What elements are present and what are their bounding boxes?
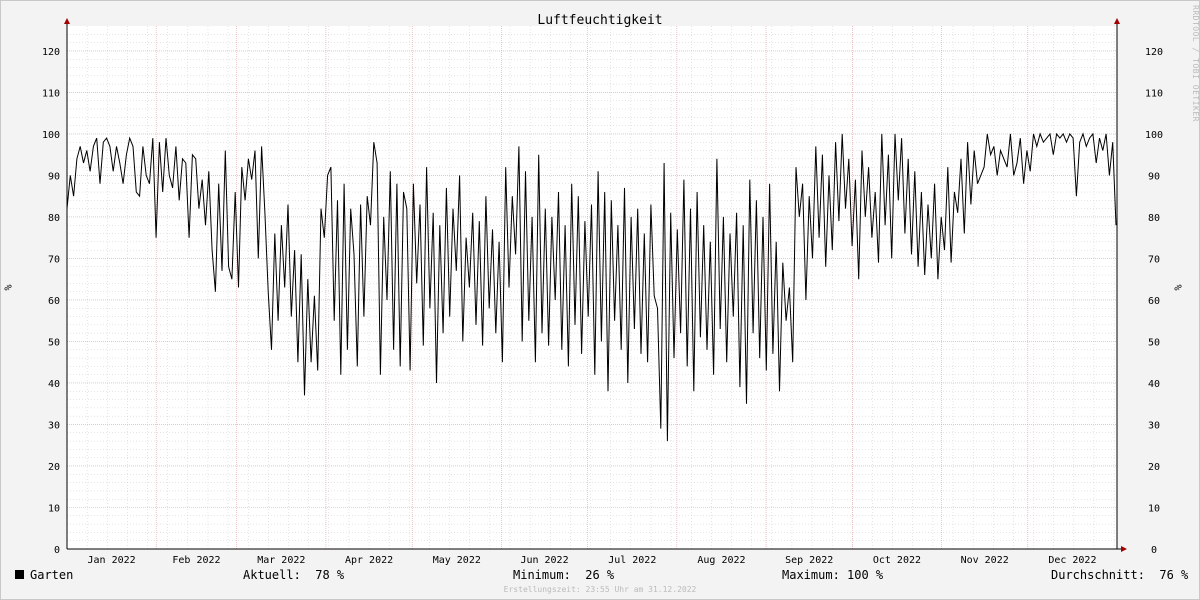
- x-tick-label: Apr 2022: [345, 555, 393, 566]
- y-tick-label-left: 10: [48, 503, 60, 514]
- x-axis-month-ticks: Jan 2022 Feb 2022 Mar 2022 Apr 2022 May 2022…: [88, 555, 1097, 566]
- y-tick-label-left: 40: [48, 379, 60, 390]
- y-tick-label-left: 60: [48, 296, 60, 307]
- legend-minimum: Minimum: 26 %: [513, 568, 614, 582]
- x-tick-label: Jun 2022: [520, 555, 568, 566]
- y-axis-right-ticks: 0 10 20 30 40 50 60 70 80 90 100 110 120: [1145, 47, 1163, 556]
- legend-current-value: 78 %: [315, 568, 345, 582]
- plot-area: [67, 26, 1117, 549]
- y-tick-label-right: 50: [1148, 337, 1160, 348]
- y-axis-label-right: %: [1171, 284, 1183, 291]
- y-axis-right-arrow: [1114, 18, 1120, 24]
- y-tick-label-right: 60: [1148, 296, 1160, 307]
- y-tick-label-left: 100: [42, 130, 60, 141]
- legend-max-value: 100 %: [847, 568, 884, 582]
- y-tick-label-right: 70: [1148, 254, 1160, 265]
- x-tick-label: Sep 2022: [785, 555, 833, 566]
- y-tick-label-right: 80: [1148, 213, 1160, 224]
- chart-svg: 0 10 20 30 40 50 60 70 80 90 100 110 120 0 10 20 30 40 50…: [42, 13, 1163, 566]
- y-tick-label-left: 30: [48, 420, 60, 431]
- x-tick-label: Jan 2022: [88, 555, 136, 566]
- y-tick-label-left: 110: [42, 88, 60, 99]
- x-tick-label: Dec 2022: [1048, 555, 1096, 566]
- y-tick-label-right: 40: [1148, 379, 1160, 390]
- y-tick-label-right: 20: [1148, 462, 1160, 473]
- y-tick-label-right: 100: [1145, 130, 1163, 141]
- x-tick-label: Feb 2022: [172, 555, 220, 566]
- y-tick-label-right: 90: [1148, 171, 1160, 182]
- y-tick-label-right: 120: [1145, 47, 1163, 58]
- y-tick-label-right: 0: [1151, 545, 1157, 556]
- legend-min-value: 26 %: [585, 568, 615, 582]
- creation-time-footer: Erstellungszeit: 23:55 Uhr am 31.12.2022: [503, 585, 697, 594]
- x-tick-label: Jul 2022: [608, 555, 656, 566]
- x-tick-label: Aug 2022: [697, 555, 745, 566]
- legend-swatch: [15, 570, 24, 579]
- y-axis-left-ticks: 0 10 20 30 40 50 60 70 80 90 100 110 120: [42, 47, 60, 556]
- y-axis-left-arrow: [64, 18, 70, 24]
- x-tick-label: May 2022: [433, 555, 481, 566]
- x-tick-label: Nov 2022: [961, 555, 1009, 566]
- y-tick-label-left: 20: [48, 462, 60, 473]
- x-tick-label: Mar 2022: [257, 555, 305, 566]
- legend-avg-label: Durchschnitt:: [1051, 568, 1145, 582]
- legend-current: Aktuell: 78 %: [243, 568, 344, 582]
- legend-average: Durchschnitt: 76 %: [1051, 568, 1188, 582]
- y-tick-label-right: 110: [1145, 88, 1163, 99]
- legend-maximum: Maximum: 100 %: [782, 568, 883, 582]
- x-tick-label: Oct 2022: [873, 555, 921, 566]
- legend-current-label: Aktuell:: [243, 568, 301, 582]
- y-tick-label-left: 120: [42, 47, 60, 58]
- x-axis-arrow: [1121, 546, 1127, 552]
- y-tick-label-left: 90: [48, 171, 60, 182]
- chart-title: Luftfeuchtigkeit: [537, 13, 662, 28]
- grid: [67, 26, 1117, 549]
- y-tick-label-left: 70: [48, 254, 60, 265]
- legend-avg-value: 76 %: [1159, 568, 1189, 582]
- y-tick-label-left: 0: [54, 545, 60, 556]
- y-tick-label-left: 80: [48, 213, 60, 224]
- legend-max-label: Maximum:: [782, 568, 840, 582]
- y-tick-label-right: 30: [1148, 420, 1160, 431]
- y-tick-label-left: 50: [48, 337, 60, 348]
- legend-series-name: Garten: [30, 568, 74, 582]
- rrdtool-watermark: RRDTOOL / TOBI OETIKER: [1191, 5, 1200, 122]
- y-tick-label-right: 10: [1148, 503, 1160, 514]
- legend-min-label: Minimum:: [513, 568, 571, 582]
- y-axis-label-left: %: [1, 284, 13, 291]
